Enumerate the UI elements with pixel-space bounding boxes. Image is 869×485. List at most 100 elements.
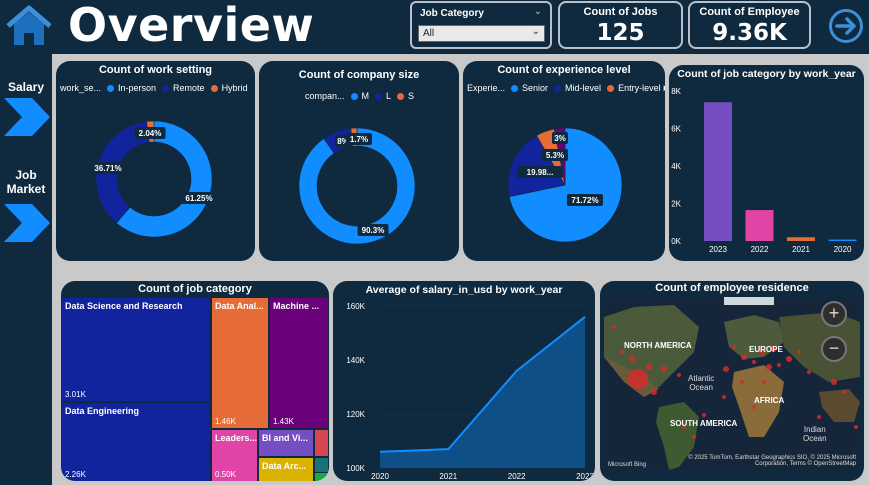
bar-2020[interactable]: [828, 239, 857, 241]
residence-bubble[interactable]: [722, 395, 726, 399]
x-tick-label: 2022: [508, 472, 526, 481]
treemap-tile[interactable]: [315, 458, 328, 472]
residence-bubble[interactable]: [732, 345, 736, 349]
ocean-label-line: Ocean: [803, 434, 827, 443]
y-tick-label: 100K: [346, 464, 365, 473]
chevron-down-icon[interactable]: ⌄: [532, 26, 540, 37]
bar-2021[interactable]: [787, 237, 815, 241]
y-tick-label: 4K: [671, 162, 681, 171]
chevron-right-icon[interactable]: [2, 202, 52, 244]
residence-bubble[interactable]: [741, 354, 747, 360]
residence-bubble[interactable]: [629, 356, 635, 362]
x-tick-label: 2023: [709, 245, 727, 254]
tile-value: 1.46K: [215, 417, 236, 426]
residence-bubble[interactable]: [842, 390, 846, 394]
card-value: 125: [596, 20, 645, 46]
data-label: 3%: [554, 134, 566, 143]
data-label: 1.7%: [350, 135, 368, 144]
residence-bubble[interactable]: [723, 366, 729, 372]
nav-label-line: Job: [15, 168, 37, 182]
y-tick-label: 6K: [671, 125, 681, 134]
bing-logo: Microsoft Bing: [608, 462, 647, 468]
x-tick-label: 2021: [792, 245, 810, 254]
residence-bubble[interactable]: [752, 360, 756, 364]
treemap-tile[interactable]: [315, 473, 328, 481]
treemap-tile[interactable]: Data Anal... 1.46K: [212, 298, 268, 428]
treemap-tile[interactable]: Data Arc...: [259, 458, 313, 481]
treemap-tile[interactable]: Data Science and Research 3.01K: [62, 298, 210, 401]
map-label: SOUTH AMERICA: [670, 419, 738, 428]
job-by-year-panel: Count of job category by work_year 0K 2K 4…: [669, 65, 864, 261]
residence-bubble[interactable]: [628, 369, 648, 389]
sidebar-item-salary-label[interactable]: Salary: [0, 80, 52, 94]
tile-label: Machine ...: [273, 301, 320, 311]
treemap-tile[interactable]: Leaders... 0.50K: [212, 430, 257, 481]
sidebar-item-job-market-label[interactable]: Job Market: [0, 168, 52, 196]
residence-bubble[interactable]: [752, 405, 756, 409]
chevron-right-icon[interactable]: [2, 96, 52, 138]
treemap-tile[interactable]: [315, 430, 328, 456]
residence-bubble[interactable]: [762, 380, 766, 384]
job-category-slicer[interactable]: Job Category ⌄ All ⌄: [410, 1, 552, 49]
residence-bubble[interactable]: [807, 370, 811, 374]
slicer-dropdown[interactable]: All ⌄: [418, 25, 545, 42]
zoom-out-button[interactable]: −: [821, 336, 847, 362]
residence-bubble[interactable]: [612, 325, 616, 329]
residence-bubble[interactable]: [702, 413, 706, 417]
map-label: NORTH AMERICA: [624, 341, 692, 350]
chevron-down-icon[interactable]: ⌄: [534, 6, 542, 17]
ocean-label: Atlantic Ocean: [688, 374, 714, 392]
map-view[interactable]: NORTH AMERICA EUROPE AFRICA SOUTH AMERIC…: [604, 297, 860, 470]
chart-title: Count of job category: [138, 283, 252, 295]
card-value: 9.36K: [712, 20, 787, 46]
work-setting-panel: Count of work setting work_se... In-pers…: [56, 61, 255, 261]
zoom-in-button[interactable]: +: [821, 301, 847, 327]
residence-bubble[interactable]: [797, 350, 801, 354]
residence-bubble[interactable]: [766, 364, 772, 370]
data-label: 61.25%: [185, 194, 212, 203]
tile-label: BI and Vi...: [262, 433, 308, 443]
sidebar: Salary Job Market: [0, 54, 52, 485]
residence-bubble[interactable]: [677, 373, 681, 377]
data-label: 36.71%: [94, 164, 121, 173]
x-tick-label: 2020: [834, 245, 852, 254]
residence-bubble[interactable]: [661, 366, 667, 372]
card-label: Count of Employee: [699, 6, 800, 18]
map-bubbles: [612, 325, 858, 439]
job-category-treemap-panel: Count of job category Data Science and R…: [61, 281, 329, 481]
pie-chart: 71.72% 19.98... 5.3% 3%: [507, 127, 623, 243]
tile-value: 1.43K: [273, 417, 294, 426]
residence-bubble[interactable]: [817, 415, 821, 419]
residence-bubble[interactable]: [786, 356, 792, 362]
company-size-panel: Count of company size compan... M L S 90…: [259, 61, 459, 261]
y-tick-label: 160K: [346, 302, 365, 311]
residence-bubble[interactable]: [854, 425, 858, 429]
bar-chart: 0K 2K 4K 6K 8K 2023 2022 2021 2020: [671, 87, 857, 254]
nav-label-line: Market: [6, 182, 46, 196]
map-credit[interactable]: © 2025 TomTom, Earthstar Geographics SIO…: [676, 455, 856, 467]
residence-bubble[interactable]: [620, 350, 624, 354]
treemap-tile[interactable]: Machine ... 1.43K: [270, 298, 328, 428]
bar-2023[interactable]: [704, 102, 732, 241]
ocean-label: Indian Ocean: [803, 425, 827, 443]
treemap-tile[interactable]: Data Engineering 2.26K: [62, 403, 210, 481]
residence-bubble[interactable]: [646, 364, 652, 370]
residence-bubble[interactable]: [692, 435, 696, 439]
tile-label: Data Arc...: [262, 461, 307, 471]
treemap-tile[interactable]: BI and Vi...: [259, 430, 313, 456]
slicer-value: All: [423, 28, 435, 39]
residence-bubble[interactable]: [831, 379, 837, 385]
next-page-arrow-icon[interactable]: [828, 8, 864, 44]
donut-chart: 61.25% 36.71% 2.04%: [90, 120, 217, 238]
count-of-employee-card: Count of Employee 9.36K: [688, 1, 811, 49]
residence-bubble[interactable]: [740, 380, 744, 384]
map-label: AFRICA: [754, 396, 785, 405]
top-bar: Overview Job Category ⌄ All ⌄ Count of J…: [0, 0, 869, 54]
treemap: Data Science and Research 3.01K Data Eng…: [61, 297, 329, 481]
bar-2022[interactable]: [745, 210, 774, 241]
home-icon[interactable]: [4, 4, 54, 48]
tile-value: 0.50K: [215, 470, 236, 479]
card-label: Count of Jobs: [583, 6, 658, 18]
residence-bubble[interactable]: [651, 389, 657, 395]
residence-bubble[interactable]: [777, 363, 781, 367]
